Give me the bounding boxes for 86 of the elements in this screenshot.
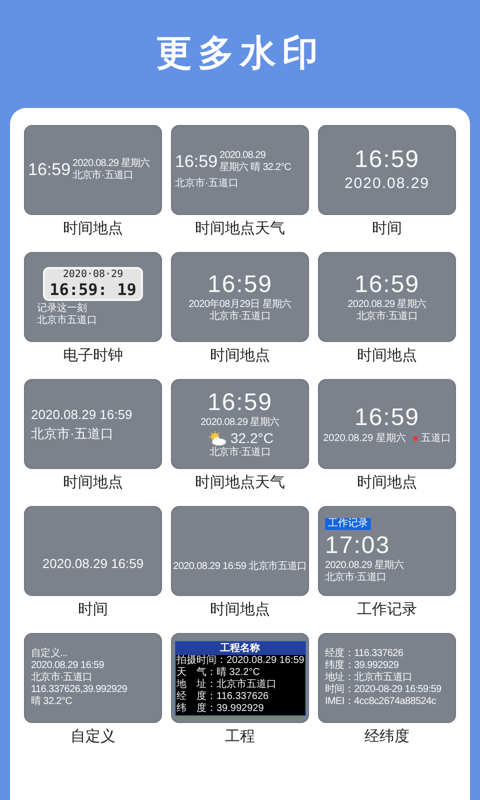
- watermark-preview-card[interactable]: 2020.08.29 16:59 北京市·五道口: [24, 379, 162, 469]
- watermark-text: 2020.08.29 16:59 北京市五道口: [173, 561, 307, 573]
- table-row-label: 拍摄时间：: [176, 654, 226, 666]
- location-pin-icon: [412, 436, 418, 440]
- clock-date-text: 2020·08·29: [62, 269, 124, 280]
- table-row-value: 北京市五道口: [216, 678, 276, 690]
- watermark-text: 经度：116.337626: [325, 648, 404, 660]
- template-label: 时间地点: [63, 473, 123, 493]
- time-text: 16:59: [207, 271, 273, 298]
- watermark-preview-card[interactable]: 16:59 2020.08.29 星期六 五道口: [318, 379, 456, 469]
- watermark-text: 2020.08.29: [344, 174, 430, 194]
- table-row-label: 经 度：: [176, 690, 216, 702]
- template-label: 时间地点: [210, 600, 270, 620]
- table-row-label: 地 址：: [176, 678, 216, 690]
- watermark-text: IMEI：4cc8c2674a88524c: [325, 696, 437, 708]
- table-row-value: 116.337626: [216, 690, 269, 702]
- watermark-preview-card[interactable]: 2020.08.29 16:59: [24, 506, 162, 596]
- watermark-preview-card[interactable]: 自定义... 2020.08.29 16:59 北京市·五道口 116.337626,39.992929 晴 32.2°C: [24, 633, 162, 723]
- watermark-preview-card[interactable]: 工程名称 拍摄时间：2020.08.29 16:59 天 气：晴 32.2°C 地 址：北京市五道口 经 度：116.337626 纬 度：39.992929: [171, 633, 309, 723]
- template-label: 时间地点: [357, 473, 417, 493]
- page-title: 更多水印: [156, 32, 324, 76]
- watermark-preview-card[interactable]: 2020·08·29 16:59: 19 记录这一刻 北京市五道口: [24, 252, 162, 342]
- watermark-text: 时间：2020-08-29 16:59:59: [325, 684, 442, 696]
- watermark-text: 北京市·五道口: [31, 672, 94, 684]
- watermark-text: 北京市·五道口: [175, 177, 240, 190]
- time-text: 16:59: [207, 389, 273, 416]
- template-label: 时间: [372, 219, 402, 239]
- watermark-preview-card[interactable]: 经度：116.337626 纬度：39.992929 地址：北京市五道口 时间：2020-08-29 16:59:59 IMEI：4cc8c2674a88524c: [318, 633, 456, 723]
- template-label: 时间: [78, 600, 108, 620]
- table-header: 工程名称: [176, 642, 304, 654]
- table-row-value: 39.992929: [216, 702, 264, 714]
- watermark-preview-card[interactable]: 16:59 2020.08.29: [318, 125, 456, 215]
- watermark-preview-card[interactable]: 工作记录 17:03 2020.08.29 星期六 北京市·五道口: [318, 506, 456, 596]
- watermark-text: 自定义...: [31, 648, 69, 660]
- time-text: 16:59: [28, 159, 71, 181]
- time-text: 16:59: [354, 404, 420, 432]
- watermark-text: 晴 32.2°C: [31, 696, 74, 708]
- place-text: 五道口: [420, 432, 451, 444]
- watermark-text: 2020.08.29 星期六: [72, 158, 150, 170]
- table-row-label: 天 气：: [176, 666, 216, 678]
- watermark-text: 地址：北京市五道口: [325, 672, 414, 684]
- watermark-preview-card[interactable]: 16:59 2020年08月29日 星期六 北京市·五道口: [171, 252, 309, 342]
- template-label: 时间地点天气: [195, 473, 285, 493]
- watermark-text: 2020.08.29: [220, 150, 267, 162]
- template-label: 经纬度: [364, 727, 410, 747]
- watermark-text: 2020.08.29 星期六: [325, 560, 405, 572]
- template-label: 时间地点: [210, 346, 270, 366]
- sun-cloud-icon: [206, 430, 227, 446]
- template-label: 自定义: [70, 727, 116, 747]
- tag-badge: 工作记录: [325, 518, 371, 530]
- watermark-text: 北京市·五道口: [325, 572, 388, 584]
- watermark-text: 星期六 晴 32.2°C: [220, 162, 291, 174]
- watermark-text: 116.337626,39.992929: [31, 684, 128, 696]
- time-text: 16:59: [354, 271, 420, 298]
- template-label: 工作记录: [357, 600, 417, 620]
- watermark-text: 北京市·五道口: [356, 311, 418, 323]
- date-text: 2020.08.29 星期六: [323, 432, 406, 444]
- watermark-text: 纬度：39.992929: [325, 660, 400, 672]
- table-row-label: 纬 度：: [176, 702, 216, 714]
- watermark-text: 北京市·五道口: [72, 170, 134, 182]
- watermark-text: 2020.08.29 星期六: [348, 299, 426, 310]
- watermark-preview-card[interactable]: 16:59 2020.08.29 星期六 北京市·五道口: [318, 252, 456, 342]
- watermark-preview-card[interactable]: 16:59 2020.08.29 星期六 32.2°C 北京市·五道口: [171, 379, 309, 469]
- template-label: 时间地点: [63, 219, 123, 239]
- template-label: 工程: [225, 727, 255, 747]
- watermark-preview-card[interactable]: 2020.08.29 16:59 北京市五道口: [171, 506, 309, 596]
- table-row-value: 晴 32.2°C: [216, 666, 260, 678]
- watermark-text: 记录这一刻: [37, 303, 88, 314]
- template-label: 时间地点天气: [195, 219, 285, 239]
- time-text: 17:03: [325, 532, 392, 560]
- watermark-text: 北京市·五道口: [209, 311, 271, 323]
- watermark-text: 北京市·五道口: [31, 425, 114, 443]
- watermark-text: 2020.08.29 星期六: [200, 417, 280, 429]
- template-label: 时间地点: [357, 346, 417, 366]
- clock-time-text: 16:59: 19: [50, 280, 136, 299]
- template-label: 电子时钟: [63, 346, 123, 366]
- watermark-text: 2020年08月29日 星期六: [188, 299, 292, 310]
- watermark-text: 北京市·五道口: [209, 447, 271, 459]
- watermark-text: 2020.08.29 16:59: [31, 660, 106, 672]
- watermark-text: 北京市五道口: [37, 315, 98, 327]
- table-row-value: 2020.08.29 16:59: [226, 654, 304, 666]
- watermark-text: 2020.08.29 16:59: [31, 406, 134, 424]
- temperature-text: 32.2°C: [230, 429, 274, 446]
- time-text: 16:59: [354, 146, 420, 174]
- watermark-text: 2020.08.29 16:59: [42, 555, 144, 573]
- time-text: 16:59: [175, 151, 218, 173]
